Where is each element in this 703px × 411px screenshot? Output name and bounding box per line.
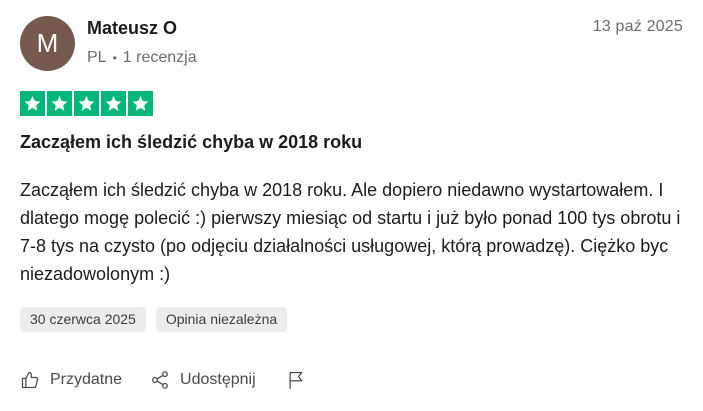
- review-title[interactable]: Zacząłem ich śledzić chyba w 2018 roku: [20, 132, 362, 153]
- author-name[interactable]: Mateusz O: [87, 18, 177, 39]
- meta-separator: •: [112, 51, 117, 65]
- flag-icon: [289, 371, 303, 389]
- share-button[interactable]: Udostępnij: [150, 370, 256, 390]
- review-card: M Mateusz O PL • 1 recenzja 13 paź 2025 …: [0, 0, 703, 411]
- star-icon: [74, 91, 99, 116]
- review-actions: Przydatne Udostępnij: [20, 370, 306, 390]
- report-button[interactable]: [286, 370, 306, 390]
- author-country: PL: [87, 49, 107, 66]
- avatar-initial: M: [36, 28, 59, 58]
- author-meta: PL • 1 recenzja: [87, 49, 197, 67]
- star-icon: [128, 91, 153, 116]
- thumbs-up-icon: [21, 371, 39, 389]
- review-body: Zacząłem ich śledzić chyba w 2018 roku. …: [20, 180, 681, 284]
- star-rating: [20, 91, 153, 116]
- review-date: 13 paź 2025: [592, 18, 683, 35]
- star-icon: [101, 91, 126, 116]
- verification-tag[interactable]: Opinia niezależna: [155, 307, 288, 332]
- author-review-count: 1 recenzja: [122, 49, 197, 66]
- share-icon: [152, 371, 169, 389]
- review-tags: 30 czerwca 2025 Opinia niezależna: [20, 307, 288, 332]
- useful-label: Przydatne: [50, 371, 123, 388]
- star-icon: [20, 91, 45, 116]
- useful-button[interactable]: Przydatne: [20, 370, 122, 390]
- avatar[interactable]: M: [20, 16, 75, 71]
- share-label: Udostępnij: [180, 371, 256, 388]
- experience-date-tag: 30 czerwca 2025: [20, 307, 146, 332]
- star-icon: [47, 91, 72, 116]
